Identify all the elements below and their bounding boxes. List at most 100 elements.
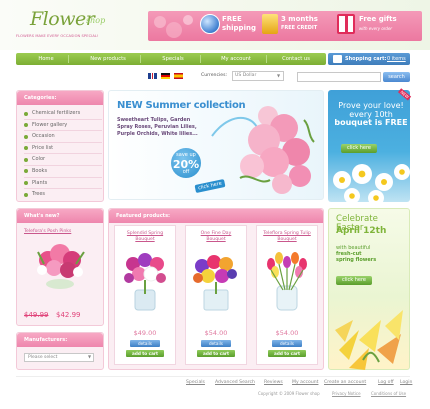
bullet-icon (24, 111, 28, 116)
banner-line: bouquet is FREE (334, 118, 408, 128)
nav-item-contact-us[interactable]: Contact us (270, 53, 322, 65)
footer-link-specials[interactable]: Specials (186, 380, 205, 385)
footer-link-advanced-search[interactable]: Advanced Search (215, 380, 255, 385)
categories-list: Chemical fertilizers Flower gallery Occa… (24, 108, 102, 200)
discount-badge: save up 20% off (171, 148, 201, 178)
category-item[interactable]: Color (24, 154, 102, 165)
product-name-link[interactable]: Teleflora Spring Tulip Bouquet (256, 231, 318, 243)
manufacturer-select[interactable]: Please select (24, 353, 94, 362)
footer-link-privacy[interactable]: Privacy Notice (332, 391, 361, 396)
promo-gifts-sub: with every order (359, 26, 393, 31)
product-details-button[interactable]: details (272, 340, 302, 347)
product-details-button[interactable]: details (130, 340, 160, 347)
category-item[interactable]: Trees (24, 189, 102, 200)
copyright: Copyright © 2009 Flower shop (258, 391, 320, 396)
nav-divider (200, 55, 201, 63)
hero-text-line: Spray Roses, Peruvian Lilies, (117, 124, 197, 130)
nav-item-home[interactable]: Home (26, 53, 66, 65)
whats-new-price: $42.99 (56, 311, 81, 319)
footer-link-reviews[interactable]: Reviews (264, 380, 283, 385)
footer-link-login[interactable]: Login (400, 380, 412, 385)
easter-sub-line: spring flowers (336, 257, 377, 263)
product-name-line: Teleflora Spring Tulip (263, 231, 311, 236)
search-button[interactable]: search (383, 72, 410, 82)
category-label: Trees (32, 191, 46, 198)
footer-link-log-off[interactable]: Log off (378, 380, 394, 385)
promo-credit-sub: FREE CREDIT (281, 25, 318, 31)
nav-divider (140, 55, 141, 63)
promo-free-shipping-sub: shipping (222, 24, 256, 32)
bullet-icon (24, 123, 28, 128)
nav-divider (266, 55, 267, 63)
cart-items-link[interactable]: 0 items (387, 53, 406, 65)
footer-link-create-account[interactable]: Create an account (324, 380, 366, 385)
product-price: $54.00 (275, 329, 299, 337)
add-to-cart-button[interactable]: add to cart (197, 350, 235, 357)
category-item[interactable]: Flower gallery (24, 120, 102, 131)
logo-title[interactable]: Flower (30, 8, 95, 30)
logo-tagline: FLOWERS MAKE EVERY OCCASION SPECIAL! (16, 34, 99, 38)
cart-label: Shopping cart: (345, 56, 387, 62)
promo-gifts-title: Free gifts (359, 15, 397, 23)
product-name-line: One Fine Day (200, 231, 232, 236)
german-flag-icon[interactable] (161, 73, 170, 79)
easter-subtitle: with beautiful fresh-cut spring flowers (336, 245, 406, 263)
discount-off: off (182, 169, 190, 175)
category-item[interactable]: Plants (24, 178, 102, 189)
promo-credit-title: 3 months (281, 15, 318, 23)
product-name-link[interactable]: One Fine Day Bouquet (185, 231, 247, 243)
bullet-icon (24, 146, 28, 151)
hero-text-line: Sweetheart Tulips, Garden (117, 117, 191, 123)
search-input[interactable] (297, 72, 381, 82)
bullet-icon (24, 192, 28, 197)
gift-icon (337, 14, 355, 34)
chevron-down-icon: ▼ (277, 73, 281, 78)
cart-icon (333, 55, 342, 63)
product-image[interactable] (188, 250, 244, 312)
whats-new-old-price: $49.99 (24, 311, 49, 319)
product-image[interactable] (117, 250, 173, 312)
category-item[interactable]: Books (24, 166, 102, 177)
add-to-cart-button[interactable]: add to cart (126, 350, 164, 357)
category-label: Occasion (32, 133, 55, 140)
categories-title: Categories: (17, 91, 103, 105)
whats-new-product-link[interactable]: Telefora's Posh Pinks (24, 229, 71, 234)
logo-subtitle[interactable]: shop (86, 16, 105, 25)
lilies-image (335, 310, 403, 370)
daisies-image (333, 164, 410, 202)
hero-title: NEW Summer collection (117, 100, 246, 111)
nav-item-specials[interactable]: Specials (148, 53, 198, 65)
category-item[interactable]: Chemical fertilizers (24, 108, 102, 119)
bullet-icon (24, 134, 28, 139)
footer-divider (16, 376, 410, 377)
category-label: Plants (32, 179, 48, 186)
product-price: $54.00 (204, 329, 228, 337)
footer-link-my-account[interactable]: My account (292, 380, 318, 385)
category-item[interactable]: Occasion (24, 131, 102, 142)
spanish-flag-icon[interactable] (174, 73, 183, 79)
bullet-icon (24, 157, 28, 162)
whats-new-title: What's new? (17, 209, 103, 223)
product-name-line: Bouquet (135, 237, 155, 242)
nav-item-my-account[interactable]: My account (208, 53, 264, 65)
manufacturers-box: Manufacturers: (16, 332, 104, 370)
footer-link-conditions[interactable]: Conditions of Use (371, 391, 406, 396)
easter-date: April 12th (336, 226, 387, 236)
category-label: Books (32, 167, 48, 174)
nav-item-new-products[interactable]: New products (76, 53, 140, 65)
category-item[interactable]: Price list (24, 143, 102, 154)
product-name-link[interactable]: Splendid Spring Bouquet (114, 231, 176, 243)
nav-divider (68, 55, 69, 63)
category-label: Flower gallery (32, 121, 68, 128)
whats-new-product-image[interactable] (28, 238, 92, 290)
chevron-down-icon: ▼ (88, 354, 92, 359)
product-details-button[interactable]: details (201, 340, 231, 347)
coins-icon (262, 14, 278, 34)
free-bouquet-text: Prove your love! every 10th bouquet is F… (334, 101, 408, 128)
product-image[interactable] (259, 250, 315, 312)
promo-free-shipping-title: FREE (222, 15, 242, 23)
easter-click-button[interactable]: click here (336, 276, 372, 285)
add-to-cart-button[interactable]: add to cart (268, 350, 306, 357)
english-flag-icon[interactable] (148, 73, 157, 79)
free-bouquet-click-button[interactable]: click here (341, 144, 377, 153)
